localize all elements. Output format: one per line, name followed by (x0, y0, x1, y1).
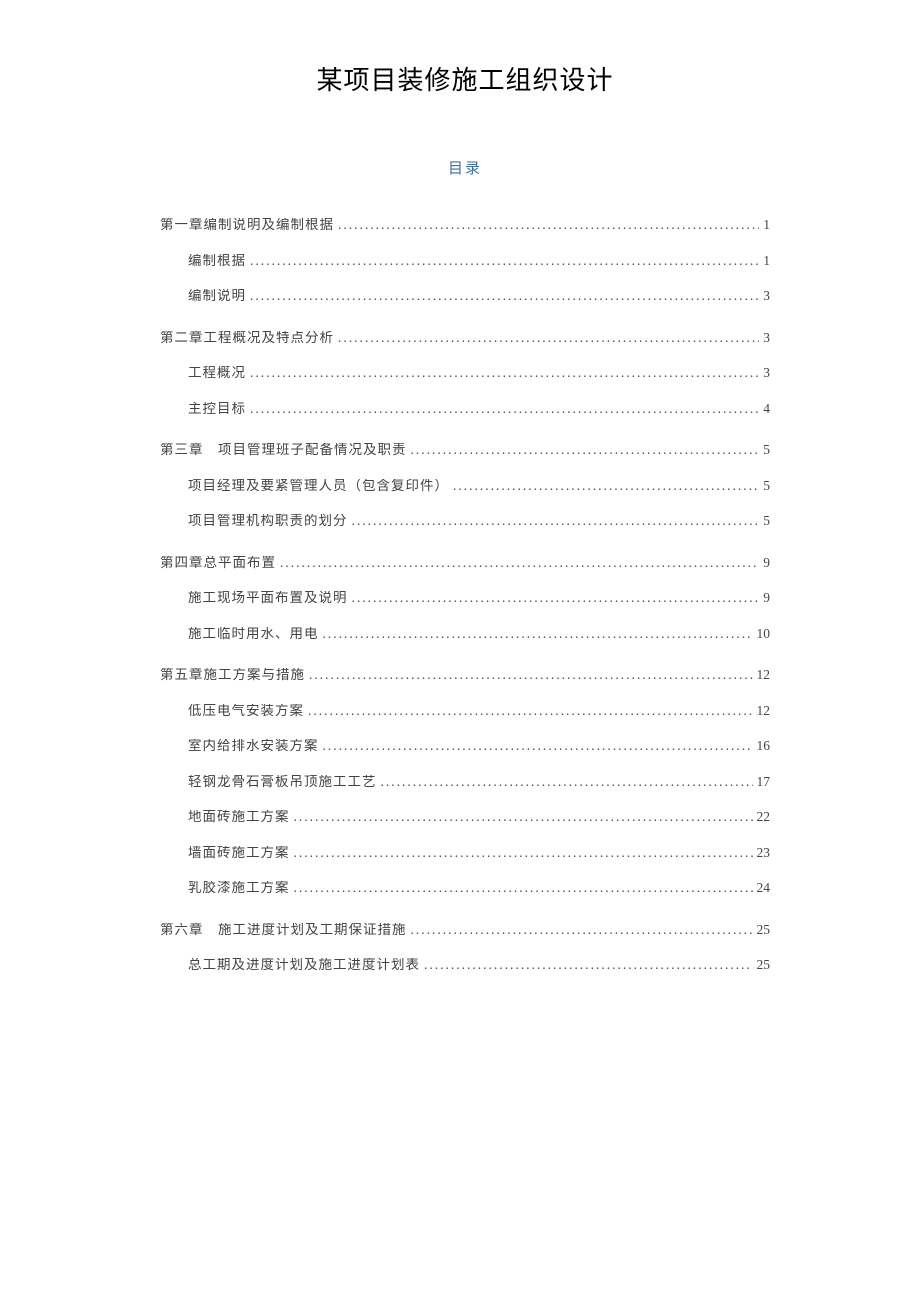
toc-entry-label: 第五章施工方案与措施 (160, 668, 305, 682)
toc-entry-page: 1 (763, 218, 770, 232)
toc-leader-dots (323, 739, 753, 753)
toc-entry-page: 5 (763, 479, 770, 493)
toc-leader-dots (294, 810, 753, 824)
toc-entry: 轻钢龙骨石膏板吊顶施工工艺 17 (188, 775, 770, 789)
toc-entry-page: 16 (757, 739, 771, 753)
toc-entry: 墙面砖施工方案 23 (188, 846, 770, 860)
toc-entry-label: 主控目标 (188, 402, 246, 416)
toc-leader-dots (424, 958, 753, 972)
toc-entry-label: 编制根据 (188, 254, 246, 268)
toc-leader-dots (250, 402, 759, 416)
toc-entry: 第五章施工方案与措施 12 (160, 668, 770, 682)
toc-entry: 室内给排水安装方案 16 (188, 739, 770, 753)
toc-entry-label: 工程概况 (188, 366, 246, 380)
toc-entry-label: 施工现场平面布置及说明 (188, 591, 348, 605)
toc-entry-label: 低压电气安装方案 (188, 704, 304, 718)
toc-leader-dots (250, 254, 759, 268)
toc-entry-label: 轻钢龙骨石膏板吊顶施工工艺 (188, 775, 377, 789)
toc-entry-label: 墙面砖施工方案 (188, 846, 290, 860)
toc-entry-page: 4 (763, 402, 770, 416)
toc-entry-page: 12 (757, 704, 771, 718)
toc-entry-page: 23 (757, 846, 771, 860)
toc-heading: 目录 (160, 157, 770, 178)
toc-entry-label: 第二章工程概况及特点分析 (160, 331, 334, 345)
toc-entry: 低压电气安装方案 12 (188, 704, 770, 718)
toc-leader-dots (411, 923, 753, 937)
toc-entry-page: 5 (763, 443, 770, 457)
toc-entry: 乳胶漆施工方案 24 (188, 881, 770, 895)
toc-leader-dots (381, 775, 753, 789)
toc-entry-page: 24 (757, 881, 771, 895)
toc-entry-page: 9 (763, 591, 770, 605)
toc-leader-dots (280, 556, 759, 570)
toc-entry-page: 25 (757, 958, 771, 972)
toc-entry-page: 12 (757, 668, 771, 682)
toc-entry-page: 3 (763, 366, 770, 380)
toc-entry: 地面砖施工方案 22 (188, 810, 770, 824)
toc-entry: 工程概况 3 (188, 366, 770, 380)
toc-entry-page: 3 (763, 289, 770, 303)
toc-entry-label: 第四章总平面布置 (160, 556, 276, 570)
toc-leader-dots (323, 627, 753, 641)
toc-leader-dots (250, 366, 759, 380)
toc-entry-page: 5 (763, 514, 770, 528)
toc-entry-label: 项目经理及要紧管理人员（包含复印件） (188, 479, 449, 493)
table-of-contents: 第一章编制说明及编制根据1编制根据1编制说明3第二章工程概况及特点分析3工程概况… (160, 218, 770, 972)
toc-entry-label: 施工临时用水、用电 (188, 627, 319, 641)
toc-entry-label: 第三章 项目管理班子配备情况及职责 (160, 443, 407, 457)
toc-entry-label: 乳胶漆施工方案 (188, 881, 290, 895)
toc-leader-dots (338, 218, 759, 232)
toc-entry-label: 室内给排水安装方案 (188, 739, 319, 753)
toc-leader-dots (309, 668, 753, 682)
toc-entry: 施工现场平面布置及说明 9 (188, 591, 770, 605)
toc-entry-page: 10 (757, 627, 771, 641)
toc-entry-label: 总工期及进度计划及施工进度计划表 (188, 958, 420, 972)
toc-entry-page: 17 (757, 775, 771, 789)
toc-leader-dots (411, 443, 760, 457)
toc-entry: 施工临时用水、用电 10 (188, 627, 770, 641)
toc-leader-dots (352, 514, 760, 528)
toc-entry: 第二章工程概况及特点分析 3 (160, 331, 770, 345)
toc-leader-dots (294, 881, 753, 895)
document-title: 某项目装修施工组织设计 (160, 60, 770, 97)
toc-leader-dots (352, 591, 760, 605)
toc-entry: 总工期及进度计划及施工进度计划表 25 (188, 958, 770, 972)
toc-entry: 第四章总平面布置 9 (160, 556, 770, 570)
toc-leader-dots (250, 289, 759, 303)
toc-leader-dots (308, 704, 753, 718)
toc-entry-page: 25 (757, 923, 771, 937)
toc-entry: 编制说明 3 (188, 289, 770, 303)
toc-entry: 编制根据 1 (188, 254, 770, 268)
toc-entry-page: 1 (763, 254, 770, 268)
toc-entry-label: 地面砖施工方案 (188, 810, 290, 824)
toc-leader-dots (338, 331, 759, 345)
toc-entry: 第一章编制说明及编制根据 1 (160, 218, 770, 232)
toc-entry: 项目管理机构职责的划分 5 (188, 514, 770, 528)
toc-entry-label: 项目管理机构职责的划分 (188, 514, 348, 528)
toc-entry-label: 第一章编制说明及编制根据 (160, 218, 334, 232)
toc-entry-page: 22 (757, 810, 771, 824)
toc-entry: 项目经理及要紧管理人员（包含复印件） 5 (188, 479, 770, 493)
toc-entry: 第六章 施工进度计划及工期保证措施 25 (160, 923, 770, 937)
toc-entry-page: 3 (763, 331, 770, 345)
toc-leader-dots (294, 846, 753, 860)
toc-entry-label: 编制说明 (188, 289, 246, 303)
toc-entry: 主控目标 4 (188, 402, 770, 416)
toc-entry-page: 9 (763, 556, 770, 570)
toc-entry-label: 第六章 施工进度计划及工期保证措施 (160, 923, 407, 937)
toc-entry: 第三章 项目管理班子配备情况及职责 5 (160, 443, 770, 457)
toc-leader-dots (453, 479, 759, 493)
